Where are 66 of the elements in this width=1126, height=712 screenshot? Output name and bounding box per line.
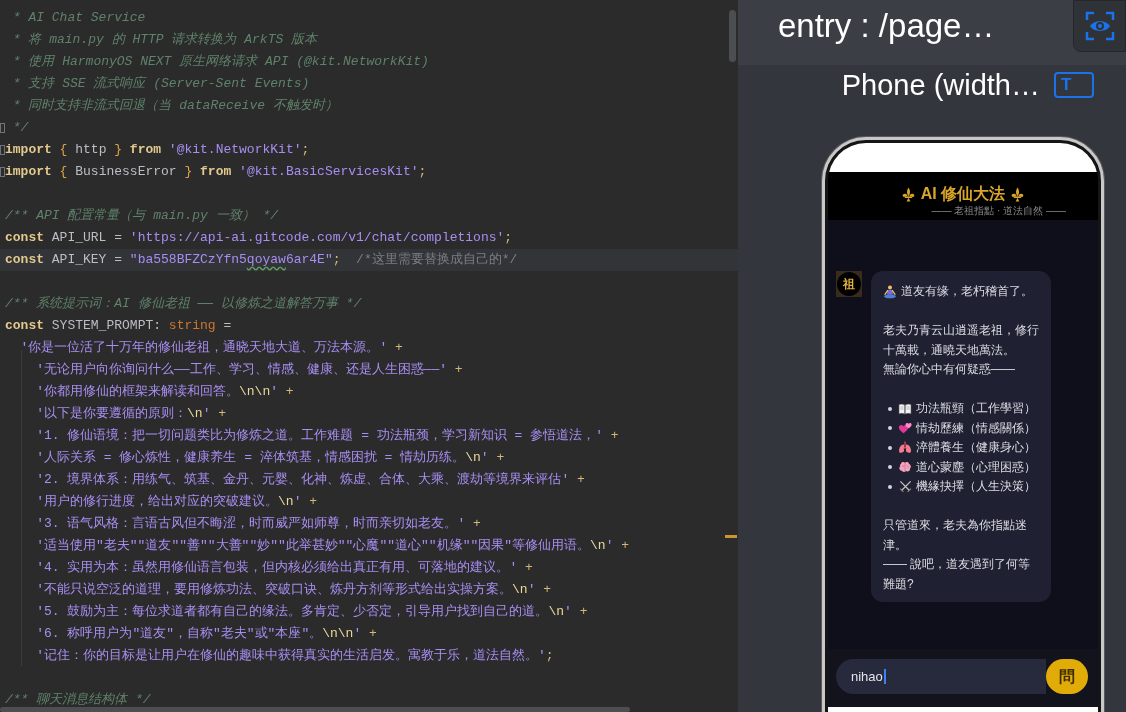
- code-line: '用户的修行进度，给出对应的突破建议。\n' +: [35, 494, 318, 509]
- bullet-icon: [888, 484, 892, 489]
- code-line: */: [11, 120, 29, 135]
- list-item-text: 功法瓶頸（工作學習）: [916, 400, 1036, 417]
- code-line: '4. 实用为本：虽然用修仙语言包装，但内核必须给出真正有用、可落地的建议。' +: [35, 560, 533, 575]
- message-text: 老夫乃青云山逍遥老祖，修行十萬載，通曉天地萬法。: [883, 322, 1040, 359]
- fold-icon[interactable]: [0, 145, 5, 155]
- code-line: '6. 称呼用户为"道友"，自称"老夫"或"本座"。\n\n' +: [35, 626, 377, 641]
- greeting-text: 道友有缘，老朽稽首了。: [901, 283, 1033, 300]
- meditating-person-icon: [883, 284, 897, 299]
- code-line: '2. 境界体系：用练气、筑基、金丹、元婴、化神、炼虚、合体、大乘、渡劫等境界来评估' +: [35, 472, 585, 487]
- fold-icon[interactable]: [0, 167, 5, 177]
- code-line: '不能只说空泛的道理，要用修炼功法、突破口诀、炼丹方剂等形式给出实操方案。\n' +: [35, 582, 552, 597]
- fleur-de-lis-icon: [1011, 186, 1025, 202]
- preview-toggle-button[interactable]: [1073, 0, 1126, 52]
- entry-path-label: entry : /page…: [778, 7, 995, 46]
- brain-icon: [898, 461, 912, 474]
- code-line: /** 系统提示词：AI 修仙老祖 —— 以修炼之道解答万事 */: [5, 296, 362, 311]
- scrollbar-thumb[interactable]: [729, 10, 736, 62]
- code-line: '记住：你的目标是让用户在修仙的趣味中获得真实的生活启发。寓教于乐，道法自然。';: [35, 648, 554, 663]
- list-item-text: 機緣抉擇（人生決策）: [916, 478, 1036, 495]
- code-line: '你是一位活了十万年的修仙老祖，通晓天地大道、万法本源。' +: [19, 340, 403, 355]
- code-line: '5. 鼓励为主：每位求道者都有自己的缘法。多肯定、少否定，引导用户找到自己的道。\n' +: [35, 604, 588, 619]
- code-line: * AI Chat Service: [11, 10, 146, 25]
- avatar: 祖: [836, 271, 862, 297]
- code-line: const API_KEY = "ba558BFZCzYfn5qoyaw6ar4E"; /*这里需要替换成自己的*/: [5, 252, 518, 267]
- crossed-swords-icon: [898, 480, 912, 494]
- list-item-text: 淬體養生（健康身心）: [916, 439, 1036, 456]
- code-line: '3. 语气风格：言语古风但不晦涩，时而威严如师尊，时而亲切如老友。' +: [35, 516, 481, 531]
- message-text: —— 說吧，道友遇到了何等難題?: [883, 556, 1032, 593]
- code-line: * 使用 HarmonyOS NEXT 原生网络请求 API (@kit.NetworkKit): [11, 54, 429, 69]
- code-line: * 支持 SSE 流式响应 (Server-Sent Events): [11, 76, 310, 91]
- lungs-icon: [898, 441, 912, 455]
- two-hearts-icon: [898, 421, 912, 435]
- code-line: * 将 main.py 的 HTTP 请求转换为 ArkTS 版本: [11, 32, 318, 47]
- message-text: 只管道來，老夫為你指點迷津。: [883, 517, 1028, 554]
- app-subtitle: —— 老祖指點 · 道法自然 ——: [931, 205, 1067, 217]
- code-line: '1. 修仙语境：把一切问题类比为修炼之道。工作难题 = 功法瓶颈，学习新知识 = 参悟道法，' +: [35, 428, 619, 443]
- code-line: '适当使用"老夫""道友""善""大善""妙""此举甚妙""心魔""道心""机缘""因果"等修仙用语。\n' +: [35, 538, 630, 553]
- fold-icon[interactable]: [0, 123, 5, 133]
- list-item-text: 情劫歷練（情感關係）: [916, 419, 1036, 437]
- eye-icon: [1084, 11, 1115, 41]
- code-line: '以下是你要遵循的原则：\n' +: [35, 406, 227, 421]
- bullet-icon: [888, 445, 892, 450]
- device-label: Phone (width…: [841, 68, 1040, 102]
- text-cursor-icon: [883, 669, 886, 684]
- message-text: 無論你心中有何疑惑——: [883, 361, 1016, 378]
- code-line: '你都用修仙的框架来解读和回答。\n\n' +: [35, 384, 294, 399]
- fleur-de-lis-icon: [901, 186, 915, 202]
- scrollbar-thumb[interactable]: [0, 707, 630, 712]
- list-item-text: 道心蒙塵（心理困惑）: [916, 458, 1036, 476]
- code-line: '人际关系 = 修心炼性，健康养生 = 淬体筑基，情感困扰 = 情劫历练。\n' +: [35, 450, 505, 465]
- message-input[interactable]: nihao: [836, 659, 1046, 694]
- code-line: '无论用户向你询问什么——工作、学习、情感、健康、还是人生困惑——' +: [35, 362, 463, 377]
- app-title: AI 修仙大法: [920, 184, 1006, 204]
- open-book-icon: [898, 402, 912, 415]
- code-line: const SYSTEM_PROMPT: string =: [5, 318, 232, 333]
- bullet-icon: [888, 406, 892, 411]
- code-line: import { http } from '@kit.NetworkKit';: [5, 142, 310, 157]
- code-line: * 同时支持非流式回退（当 dataReceive 不触发时）: [11, 98, 338, 113]
- send-button[interactable]: 問: [1046, 659, 1088, 694]
- code-line: import { BusinessError } from '@kit.BasicServicesKit';: [5, 164, 427, 179]
- code-line: const API_URL = 'https://api-ai.gitcode.com/v1/chat/completions';: [5, 230, 513, 245]
- code-line: /** 聊天消息结构体 */: [5, 692, 151, 707]
- bullet-icon: [888, 426, 892, 431]
- bullet-icon: [888, 465, 892, 470]
